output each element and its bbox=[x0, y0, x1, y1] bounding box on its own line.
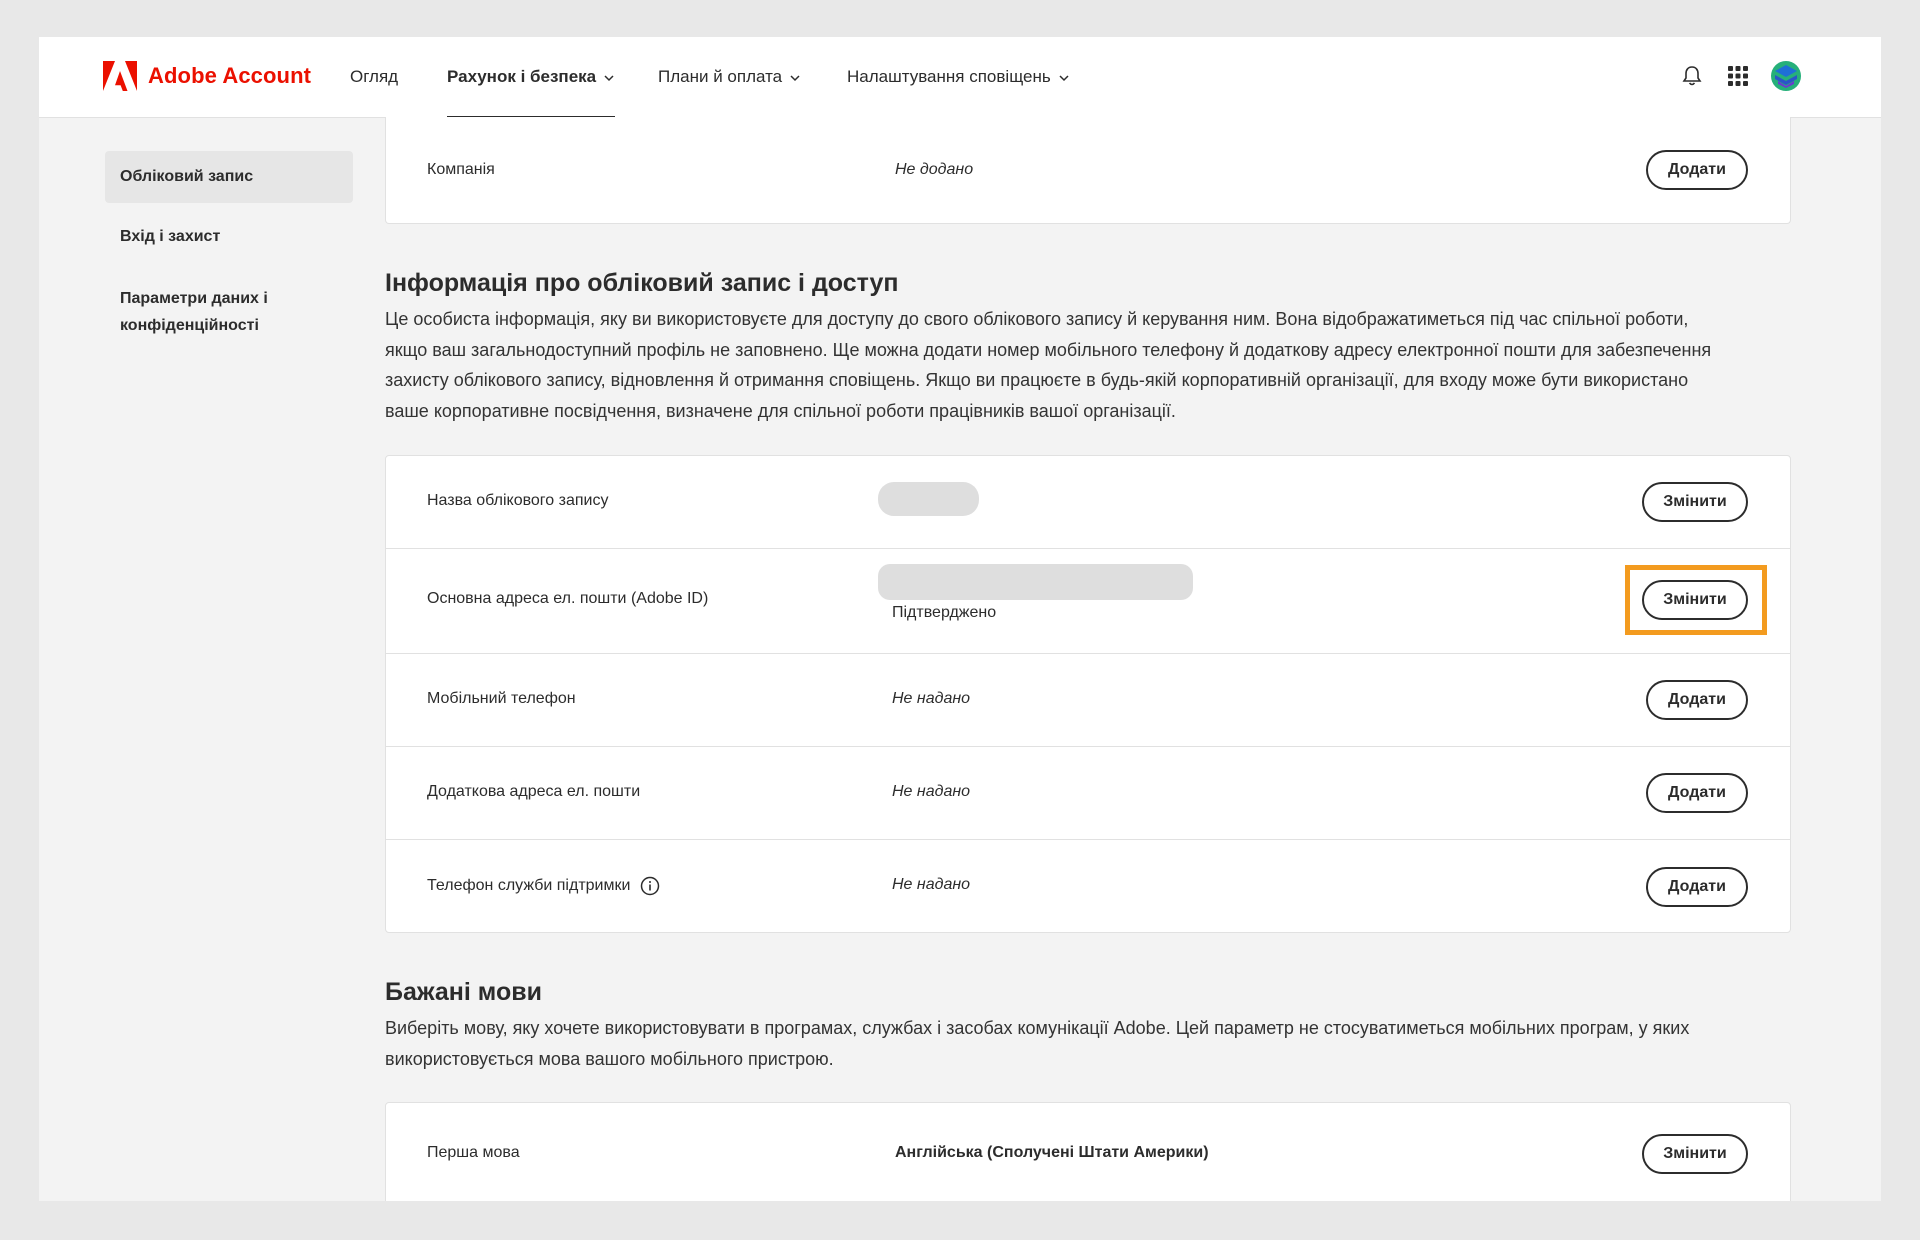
adobe-account-logo[interactable]: Adobe Account bbox=[103, 61, 311, 91]
account-access-title: Інформація про обліковий запис і доступ bbox=[385, 269, 899, 297]
change-account-name-button[interactable]: Змінити bbox=[1642, 482, 1748, 522]
chevron-down-icon bbox=[604, 75, 614, 82]
change-button-label: Змінити bbox=[1663, 493, 1727, 510]
preferred-languages-title: Бажані мови bbox=[385, 978, 542, 1006]
chevron-down-icon bbox=[1059, 75, 1069, 82]
change-first-language-button[interactable]: Змінити bbox=[1642, 1134, 1748, 1174]
primary-email-label: Основна адреса ел. пошти (Adobe ID) bbox=[427, 590, 709, 607]
description-line: якщо ваш загальнодоступний профіль не за… bbox=[385, 339, 1712, 360]
secondary-email-row: Додаткова адреса ел. пошти Не надано Дод… bbox=[386, 747, 1790, 839]
nav-account-security[interactable]: Рахунок і безпека bbox=[447, 37, 616, 119]
primary-email-row: Основна адреса ел. пошти (Adobe ID) Підт… bbox=[386, 549, 1790, 653]
add-mobile-phone-button[interactable]: Додати bbox=[1646, 680, 1748, 720]
change-button-label: Змінити bbox=[1663, 591, 1727, 608]
avatar[interactable] bbox=[1770, 60, 1802, 92]
app-window: Adobe Account Огляд Рахунок і безпека Пл… bbox=[39, 37, 1881, 1201]
nav-plans-payment[interactable]: Плани й оплата bbox=[658, 37, 801, 117]
bell-icon[interactable] bbox=[1678, 62, 1706, 90]
support-phone-row: Телефон служби підтримки Не надано Додат… bbox=[386, 840, 1790, 933]
primary-email-redacted bbox=[878, 564, 1193, 600]
add-secondary-email-button[interactable]: Додати bbox=[1646, 773, 1748, 813]
email-verified-status: Підтверджено bbox=[892, 604, 997, 621]
company-label: Компанія bbox=[427, 161, 495, 178]
description-line: захисту облікового запису, відновлення й… bbox=[385, 370, 1689, 390]
account-access-description: Це особиста інформація, яку ви використо… bbox=[385, 304, 1795, 426]
preferred-languages-description: Виберіть мову, яку хочете використовуват… bbox=[385, 1013, 1795, 1074]
add-button-label: Додати bbox=[1668, 878, 1726, 895]
add-button-label: Додати bbox=[1668, 691, 1726, 708]
mobile-phone-row: Мобільний телефон Не надано Додати bbox=[386, 654, 1790, 746]
chevron-down-icon bbox=[790, 75, 800, 82]
sidebar-item-label: Вхід і захист bbox=[120, 228, 221, 245]
support-phone-label-group: Телефон служби підтримки bbox=[427, 876, 660, 896]
nav-account-security-label: Рахунок і безпека bbox=[447, 67, 597, 86]
description-line: Виберіть мову, яку хочете використовуват… bbox=[385, 1018, 1690, 1038]
secondary-email-label: Додаткова адреса ел. пошти bbox=[427, 783, 641, 800]
company-value: Не додано bbox=[895, 161, 974, 178]
nav-plans-payment-label: Плани й оплата bbox=[658, 67, 783, 86]
first-language-row: Перша мова Англійська (Сполучені Штати А… bbox=[386, 1103, 1790, 1195]
support-phone-label: Телефон служби підтримки bbox=[427, 877, 631, 894]
add-company-button[interactable]: Додати bbox=[1646, 150, 1748, 190]
nav-overview-label: Огляд bbox=[350, 67, 399, 86]
description-line: ваше корпоративне посвідчення, визначене… bbox=[385, 400, 1176, 421]
apps-grid-icon[interactable] bbox=[1724, 62, 1752, 90]
info-icon[interactable] bbox=[640, 876, 660, 896]
nav-notification-settings[interactable]: Налаштування сповіщень bbox=[847, 37, 1070, 117]
account-name-label: Назва облікового запису bbox=[427, 492, 609, 509]
account-name-redacted bbox=[878, 482, 979, 516]
company-card: Компанія Не додано Додати bbox=[385, 117, 1791, 224]
first-language-value: Англійська (Сполучені Штати Америки) bbox=[895, 1144, 1209, 1161]
change-primary-email-button[interactable]: Змінити bbox=[1642, 580, 1748, 620]
adobe-logo-icon bbox=[103, 61, 137, 91]
top-navigation-bar: Adobe Account Огляд Рахунок і безпека Пл… bbox=[39, 37, 1881, 119]
account-access-card: Назва облікового запису Змінити Основна … bbox=[385, 455, 1791, 933]
sidebar-item-label: Обліковий запис bbox=[120, 168, 254, 185]
change-button-label: Змінити bbox=[1663, 1145, 1727, 1162]
brand-name: Adobe Account bbox=[148, 63, 312, 88]
secondary-email-value: Не надано bbox=[892, 783, 971, 800]
mobile-phone-label: Мобільний телефон bbox=[427, 690, 576, 707]
add-company-button-label: Додати bbox=[1668, 161, 1726, 178]
description-line: використовується мова вашого мобільного … bbox=[385, 1048, 834, 1069]
support-phone-value: Не надано bbox=[892, 876, 971, 893]
first-language-label: Перша мова bbox=[427, 1144, 520, 1161]
mobile-phone-value: Не надано bbox=[892, 690, 971, 707]
sidebar-item-label: Параметри даних і конфіденційності bbox=[120, 290, 268, 334]
add-button-label: Додати bbox=[1668, 784, 1726, 801]
description-line: Це особиста інформація, яку ви використо… bbox=[385, 309, 1689, 329]
add-support-phone-button[interactable]: Додати bbox=[1646, 867, 1748, 907]
account-name-row: Назва облікового запису Змінити bbox=[386, 456, 1790, 548]
nav-overview[interactable]: Огляд bbox=[350, 37, 398, 117]
nav-notification-settings-label: Налаштування сповіщень bbox=[847, 67, 1051, 86]
sidebar-item-data-privacy[interactable]: Параметри даних і конфіденційності bbox=[105, 285, 305, 339]
sidebar-item-sign-in-security[interactable]: Вхід і захист bbox=[105, 223, 353, 250]
sidebar-item-account[interactable]: Обліковий запис bbox=[105, 151, 353, 203]
preferred-languages-card: Перша мова Англійська (Сполучені Штати А… bbox=[385, 1102, 1791, 1201]
